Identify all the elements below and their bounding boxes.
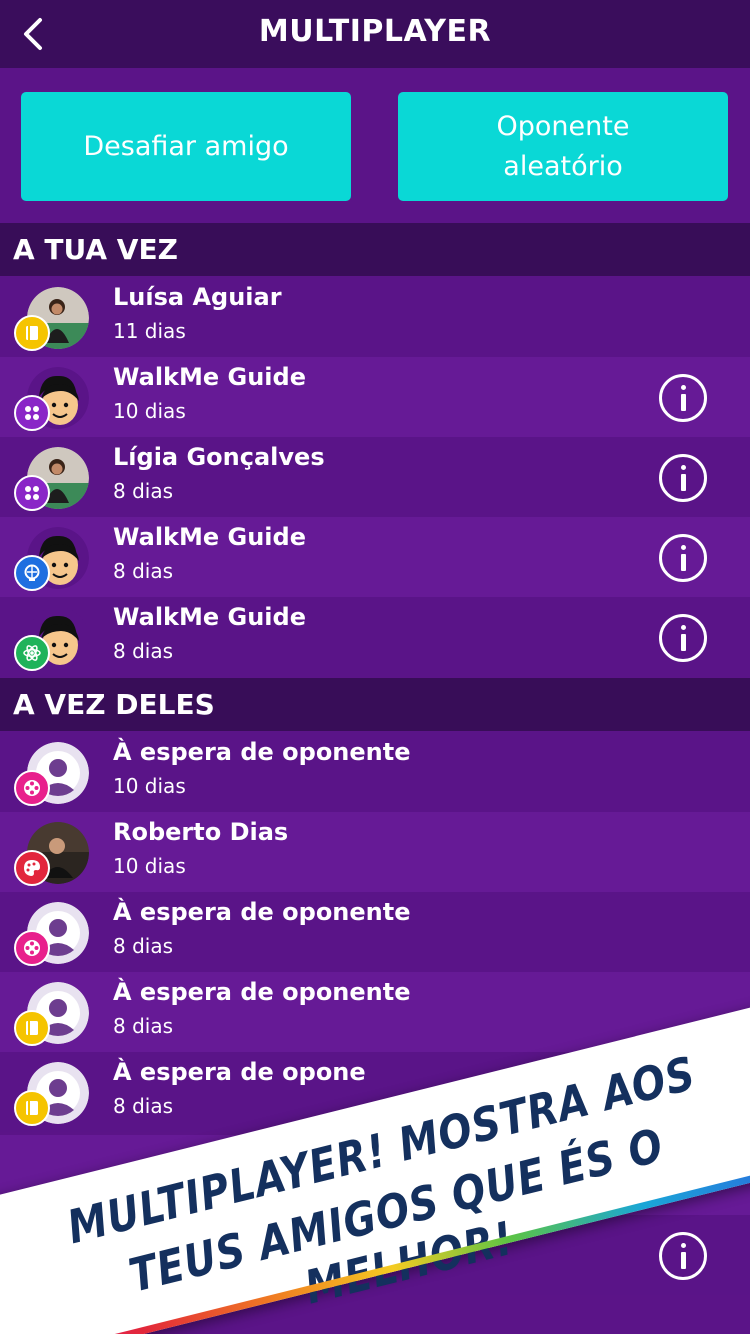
list-item[interactable]: Roberto Dias 10 dias [0, 812, 750, 892]
list-item[interactable]: À espera de oponente 10 dias [0, 732, 750, 812]
info-icon[interactable] [659, 534, 707, 582]
list-item[interactable]: À espera de oponente 8 dias [0, 892, 750, 972]
player-name: À espera de oponente [113, 738, 411, 766]
elapsed-days: 10 dias [113, 854, 186, 878]
list-item[interactable]: WalkMe Guide 8 dias [0, 597, 750, 677]
info-icon[interactable] [659, 454, 707, 502]
top-bar: MULTIPLAYER [0, 0, 750, 68]
elapsed-days: 8 dias [113, 479, 174, 503]
list-item[interactable]: À espera de oponente 8 dias [0, 972, 750, 1052]
info-icon[interactable] [659, 1232, 707, 1280]
list-item[interactable]: WalkMe Guide 8 dias [0, 517, 750, 597]
elapsed-days: 11 dias [113, 319, 186, 343]
list-item[interactable]: À espera de opone 8 dias [0, 1052, 750, 1132]
book-icon [14, 315, 50, 351]
action-buttons-area: Desafiar amigo Oponente aleatório [0, 68, 750, 223]
player-name: À espera de opone [113, 1058, 366, 1086]
page-title: MULTIPLAYER [258, 14, 492, 49]
film-reel-icon [14, 930, 50, 966]
elapsed-days: 8 dias [113, 1094, 174, 1118]
list-item[interactable] [0, 1215, 750, 1295]
elapsed-days: 8 dias [113, 639, 174, 663]
elapsed-days: 10 dias [113, 774, 186, 798]
player-name: WalkMe Guide [113, 363, 306, 391]
book-icon [14, 1090, 50, 1126]
mixed-topics-icon [14, 475, 50, 511]
player-name: À espera de oponente [113, 978, 411, 1006]
elapsed-days: 8 dias [113, 559, 174, 583]
player-name: WalkMe Guide [113, 603, 306, 631]
globe-icon [14, 555, 50, 591]
player-name: Luísa Aguiar [113, 283, 282, 311]
player-name: Lígia Gonçalves [113, 443, 325, 471]
book-icon [14, 1010, 50, 1046]
info-icon[interactable] [659, 614, 707, 662]
info-icon[interactable] [659, 374, 707, 422]
list-item[interactable]: Luísa Aguiar 11 dias [0, 277, 750, 357]
section-your-turn: A TUA VEZ [0, 223, 750, 276]
player-name: Roberto Dias [113, 818, 289, 846]
elapsed-days: 8 dias [113, 934, 174, 958]
list-item[interactable]: WalkMe Guide 10 dias [0, 357, 750, 437]
list-item[interactable]: Lígia Gonçalves 8 dias [0, 437, 750, 517]
random-opponent-button[interactable]: Oponente aleatório [398, 92, 728, 201]
player-name: WalkMe Guide [113, 523, 306, 551]
atom-icon [14, 635, 50, 671]
section-their-turn: A VEZ DELES [0, 678, 750, 731]
elapsed-days: 8 dias [113, 1014, 174, 1038]
challenge-friend-button[interactable]: Desafiar amigo [21, 92, 351, 201]
player-name: À espera de oponente [113, 898, 411, 926]
palette-icon [14, 850, 50, 886]
film-reel-icon [14, 770, 50, 806]
list-item[interactable] [0, 1135, 750, 1215]
mixed-topics-icon [14, 395, 50, 431]
elapsed-days: 10 dias [113, 399, 186, 423]
